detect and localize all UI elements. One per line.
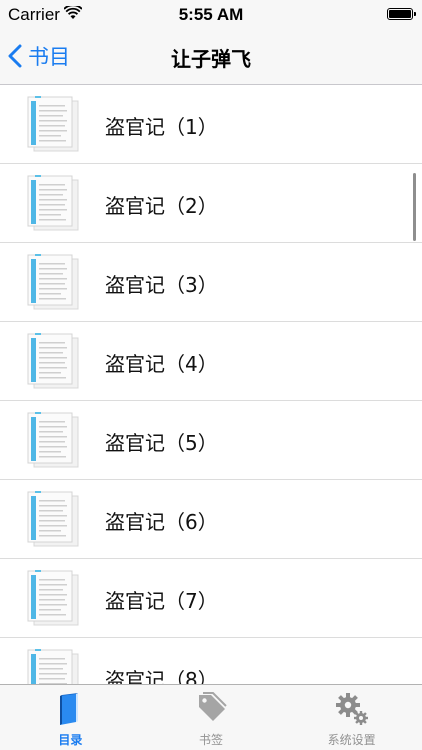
chapter-title: 盗官记（3） [105, 273, 218, 297]
list-item[interactable]: 盗官记（5） [0, 401, 422, 480]
chapter-title: 盗官记（2） [105, 194, 218, 218]
document-icon [27, 333, 79, 389]
list-item[interactable]: 盗官记（8） [0, 638, 422, 684]
list-item[interactable]: 盗官记（1） [0, 85, 422, 164]
tab-contents[interactable]: 目录 [0, 685, 141, 750]
document-icon [27, 96, 79, 152]
document-icon [27, 254, 79, 310]
gear-icon [335, 693, 368, 725]
chapter-title: 盗官记（6） [105, 510, 218, 534]
list-item[interactable]: 盗官记（2） [0, 164, 422, 243]
tab-label: 书签 [199, 733, 224, 747]
screen: Carrier 5:55 AM 书目 让子弹飞 盗官记（1） 盗官记（2） 盗官… [0, 0, 422, 750]
chapter-title: 盗官记（4） [105, 352, 218, 376]
document-icon [27, 412, 79, 468]
tab-bookmarks[interactable]: 书签 [141, 685, 282, 750]
list-item[interactable]: 盗官记（4） [0, 322, 422, 401]
status-bar: Carrier 5:55 AM [0, 0, 422, 30]
chapter-title: 盗官记（1） [105, 115, 218, 139]
list-item[interactable]: 盗官记（6） [0, 480, 422, 559]
tab-label: 系统设置 [327, 733, 376, 747]
scrollbar[interactable] [413, 173, 416, 241]
chapter-title: 盗官记（7） [105, 589, 218, 613]
chapter-list[interactable]: 盗官记（1） 盗官记（2） 盗官记（3） 盗官记（4） 盗官记（5） 盗官记（6… [0, 85, 422, 684]
book-icon [60, 693, 79, 725]
chapter-title: 盗官记（5） [105, 431, 218, 455]
document-icon [27, 491, 79, 547]
clock: 5:55 AM [178, 5, 244, 24]
battery-icon [387, 8, 416, 20]
tab-bar: 目录 书签 系统设置 [0, 684, 422, 750]
document-icon [27, 175, 79, 231]
navigation-bar: 书目 让子弹飞 [0, 30, 422, 85]
list-item[interactable]: 盗官记（3） [0, 243, 422, 322]
tab-settings[interactable]: 系统设置 [281, 685, 422, 750]
tab-label: 目录 [58, 733, 83, 747]
battery-level [389, 10, 411, 18]
chapter-title: 盗官记（8） [105, 668, 218, 684]
list-item[interactable]: 盗官记（7） [0, 559, 422, 638]
tag-icon [199, 692, 227, 721]
document-icon [27, 570, 79, 626]
page-title: 让子弹飞 [171, 47, 251, 71]
document-icon [27, 649, 79, 684]
